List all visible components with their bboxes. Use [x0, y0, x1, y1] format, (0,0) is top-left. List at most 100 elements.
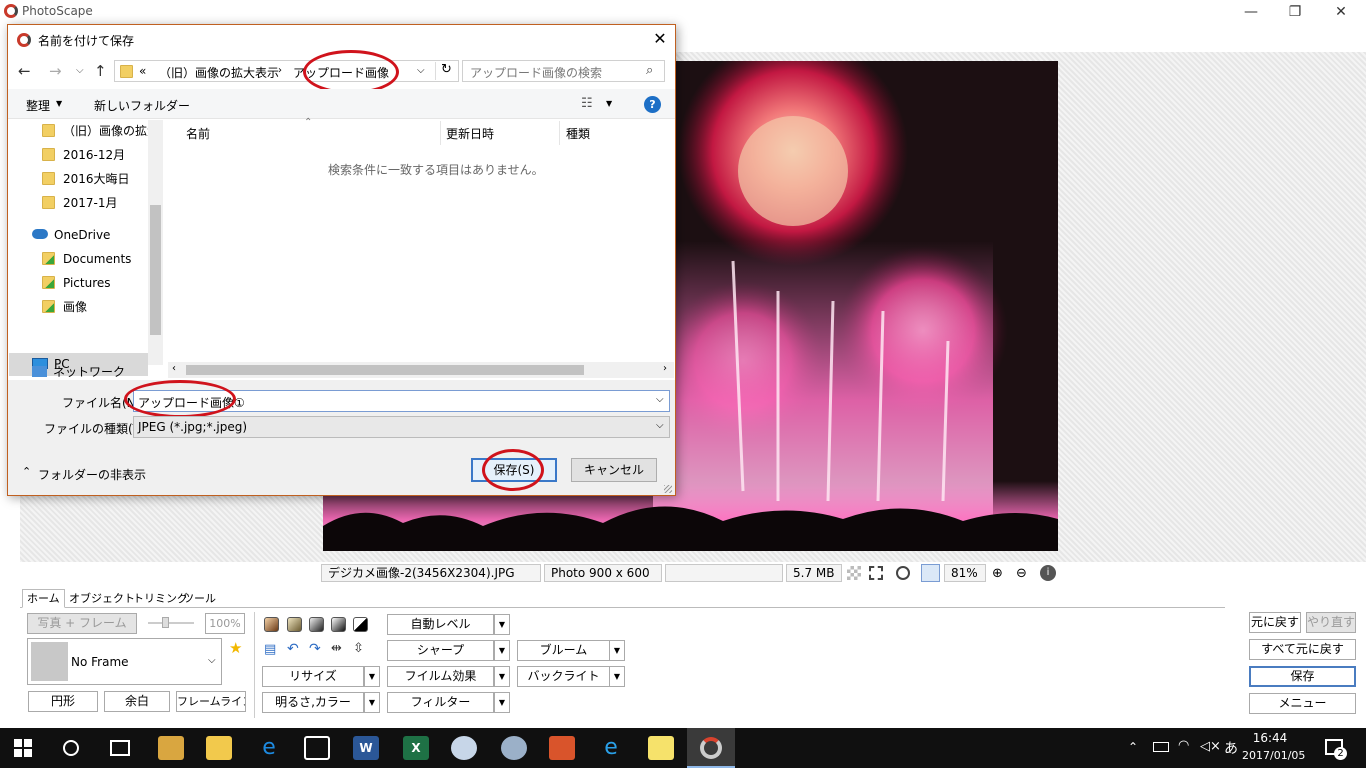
filetype-select[interactable]: JPEG (*.jpg;*.jpeg) ⌵: [133, 416, 670, 438]
filter-button[interactable]: フィルター: [387, 692, 494, 713]
frame-select[interactable]: No Frame ⌵: [27, 638, 222, 685]
paint-icon[interactable]: [451, 736, 477, 760]
auto-level-dropdown-icon[interactable]: ▼: [494, 614, 510, 635]
internet-explorer-icon[interactable]: e: [598, 736, 624, 760]
bloom-dropdown-icon[interactable]: ▼: [609, 640, 625, 661]
file-list-scrollbar-thumb[interactable]: [186, 365, 584, 375]
zoom-out-icon[interactable]: ⊖: [1016, 566, 1027, 581]
toolbox-icon[interactable]: [549, 736, 575, 760]
backlight-dropdown-icon[interactable]: ▼: [609, 666, 625, 687]
view-options-icon[interactable]: ☷: [581, 96, 593, 111]
grayscale-icon[interactable]: [309, 617, 324, 632]
tree-folder-1[interactable]: 2016-12月: [42, 144, 125, 166]
tab-tools[interactable]: ツール: [178, 589, 221, 608]
flip-horizontal-icon[interactable]: ⇹: [331, 641, 342, 656]
main-save-button[interactable]: 保存: [1249, 666, 1356, 687]
star-icon[interactable]: ★: [229, 639, 242, 657]
word-icon[interactable]: W: [353, 736, 379, 760]
column-name[interactable]: 名前: [186, 125, 210, 142]
tray-chevron-up-icon[interactable]: ⌃: [1128, 740, 1138, 754]
windows-start-icon[interactable]: [14, 739, 32, 757]
dialog-cancel-button[interactable]: キャンセル: [571, 458, 657, 482]
sepia-icon[interactable]: [264, 617, 279, 632]
history-chevron-icon[interactable]: ⌵: [76, 65, 84, 76]
margin-button[interactable]: 余白: [104, 691, 170, 712]
search-box[interactable]: アップロード画像の検索 ⌕: [462, 60, 665, 82]
bw-icon[interactable]: [331, 617, 346, 632]
filter-dropdown-icon[interactable]: ▼: [494, 692, 510, 713]
auto-fix-icon[interactable]: ▤: [264, 642, 276, 657]
address-bar[interactable]: « （旧）画像の拡大表示 › アップロード画像 ⌵ ↻: [114, 60, 459, 82]
sharpen-button[interactable]: シャープ: [387, 640, 494, 661]
auto-level-button[interactable]: 自動レベル: [387, 614, 494, 635]
volume-mute-icon[interactable]: ◁×: [1200, 739, 1221, 754]
clock-time[interactable]: 16:44: [1250, 731, 1290, 745]
sharpen-dropdown-icon[interactable]: ▼: [494, 640, 510, 661]
hide-folders-chevron-icon[interactable]: ⌃: [22, 465, 31, 478]
tab-home[interactable]: ホーム: [22, 589, 65, 608]
column-modified[interactable]: 更新日時: [446, 125, 494, 142]
backlight-button[interactable]: バックライト: [517, 666, 610, 687]
scroll-right-icon[interactable]: ›: [663, 363, 667, 374]
frame-slider[interactable]: [148, 622, 194, 624]
explorer-old-icon[interactable]: [158, 736, 184, 760]
film-effect-dropdown-icon[interactable]: ▼: [494, 666, 510, 687]
close-button[interactable]: ✕: [1318, 0, 1364, 24]
file-explorer-icon[interactable]: [206, 736, 232, 760]
organize-menu[interactable]: 整理: [26, 97, 50, 114]
organize-dropdown-icon[interactable]: ▼: [56, 99, 62, 108]
view-dropdown-icon[interactable]: ▼: [606, 99, 612, 108]
undo-button[interactable]: 元に戻す: [1249, 612, 1301, 633]
tree-folder-2[interactable]: 2016大晦日: [42, 168, 130, 190]
scroll-left-icon[interactable]: ‹: [172, 363, 176, 374]
negative-icon[interactable]: [353, 617, 368, 632]
zoom-actual-icon[interactable]: [896, 566, 910, 580]
resize-button[interactable]: リサイズ: [262, 666, 364, 687]
refresh-icon[interactable]: ↻: [435, 62, 457, 80]
bloom-button[interactable]: ブルーム: [517, 640, 610, 661]
resize-grip-icon[interactable]: [664, 485, 672, 493]
tree-folder-0[interactable]: （旧）画像の拡大: [42, 120, 159, 142]
flip-vertical-icon[interactable]: ⇳: [353, 641, 364, 656]
brightness-color-button[interactable]: 明るさ,カラー: [262, 692, 364, 713]
column-divider[interactable]: [559, 121, 560, 145]
back-arrow-icon[interactable]: ←: [18, 62, 31, 80]
taskbar-photoscape-active[interactable]: [687, 728, 735, 768]
tree-folder-3[interactable]: 2017-1月: [42, 192, 118, 214]
tree-onedrive-documents[interactable]: Documents: [42, 248, 131, 270]
tree-onedrive-images[interactable]: 画像: [42, 296, 87, 318]
column-type[interactable]: 種類: [566, 125, 590, 142]
help-icon[interactable]: ?: [644, 96, 661, 113]
store-icon[interactable]: [304, 736, 330, 760]
breadcrumb-prefix[interactable]: «: [139, 64, 146, 78]
task-view-icon[interactable]: [110, 740, 130, 756]
info-icon[interactable]: i: [1040, 565, 1056, 581]
app-balloon-icon[interactable]: [501, 736, 527, 760]
tone-icon[interactable]: [287, 617, 302, 632]
excel-icon[interactable]: X: [403, 736, 429, 760]
tree-scrollbar-thumb[interactable]: [150, 205, 161, 335]
address-dropdown-icon[interactable]: ⌵: [417, 65, 425, 76]
filetype-dropdown-icon[interactable]: ⌵: [656, 420, 664, 431]
forward-arrow-icon[interactable]: →: [49, 62, 62, 80]
sticky-notes-icon[interactable]: [648, 736, 674, 760]
rotate-left-icon[interactable]: ↶: [287, 641, 299, 657]
fit-icon[interactable]: [869, 566, 883, 580]
brightness-dropdown-icon[interactable]: ▼: [364, 692, 380, 713]
redo-button[interactable]: やり直す: [1306, 612, 1356, 633]
frame-line-button[interactable]: フレームライン: [176, 691, 246, 712]
checkerboard-icon[interactable]: [847, 566, 861, 580]
file-list-scrollbar[interactable]: ‹ ›: [168, 362, 674, 378]
tree-onedrive-pictures[interactable]: Pictures: [42, 272, 111, 294]
rotate-right-icon[interactable]: ↷: [309, 641, 321, 657]
minimize-button[interactable]: —: [1228, 0, 1274, 24]
undo-all-button[interactable]: すべて元に戻す: [1249, 639, 1356, 660]
edge-icon[interactable]: e: [256, 736, 282, 760]
tree-scrollbar[interactable]: [148, 120, 163, 365]
cortana-icon[interactable]: [63, 740, 79, 756]
film-effect-button[interactable]: フイルム効果: [387, 666, 494, 687]
wifi-icon[interactable]: ◠: [1178, 738, 1189, 753]
menu-button[interactable]: メニュー: [1249, 693, 1356, 714]
frame-percent[interactable]: 100%: [205, 613, 245, 634]
dialog-close-icon[interactable]: ✕: [648, 28, 672, 50]
